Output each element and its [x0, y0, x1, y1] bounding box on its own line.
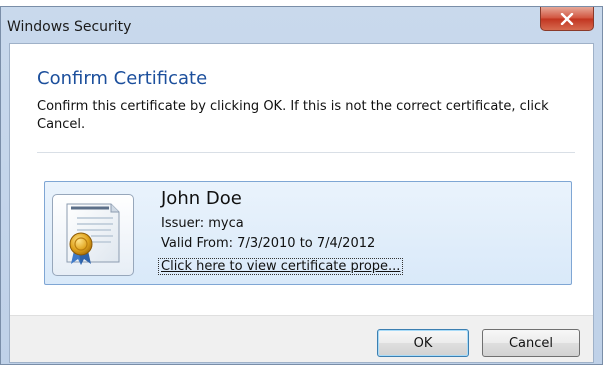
- ok-button[interactable]: OK: [377, 329, 469, 357]
- close-icon: [560, 12, 574, 25]
- title-bar[interactable]: Windows Security: [1, 7, 602, 43]
- view-certificate-properties-link[interactable]: Click here to view certificate prope...: [158, 258, 404, 275]
- certificate-validity: Valid From: 7/3/2010 to 7/4/2012: [161, 236, 376, 251]
- certificate-icon: [61, 200, 125, 270]
- button-bar: OK Cancel: [10, 315, 593, 362]
- certificate-icon-frame: [52, 194, 134, 276]
- certificate-issuer: Issuer: myca: [161, 216, 244, 231]
- dialog-heading: Confirm Certificate: [37, 68, 208, 89]
- content-panel: Confirm Certificate Confirm this certifi…: [9, 43, 594, 363]
- certificate-tile[interactable]: John Doe Issuer: myca Valid From: 7/3/20…: [44, 181, 572, 285]
- close-button[interactable]: [540, 7, 594, 31]
- separator: [37, 152, 575, 153]
- security-dialog-window: Windows Security Confirm Certificate Con…: [0, 6, 603, 365]
- window-title: Windows Security: [7, 19, 132, 35]
- cancel-button[interactable]: Cancel: [482, 329, 580, 357]
- certificate-name: John Doe: [161, 188, 242, 209]
- dialog-message: Confirm this certificate by clicking OK.…: [37, 99, 549, 132]
